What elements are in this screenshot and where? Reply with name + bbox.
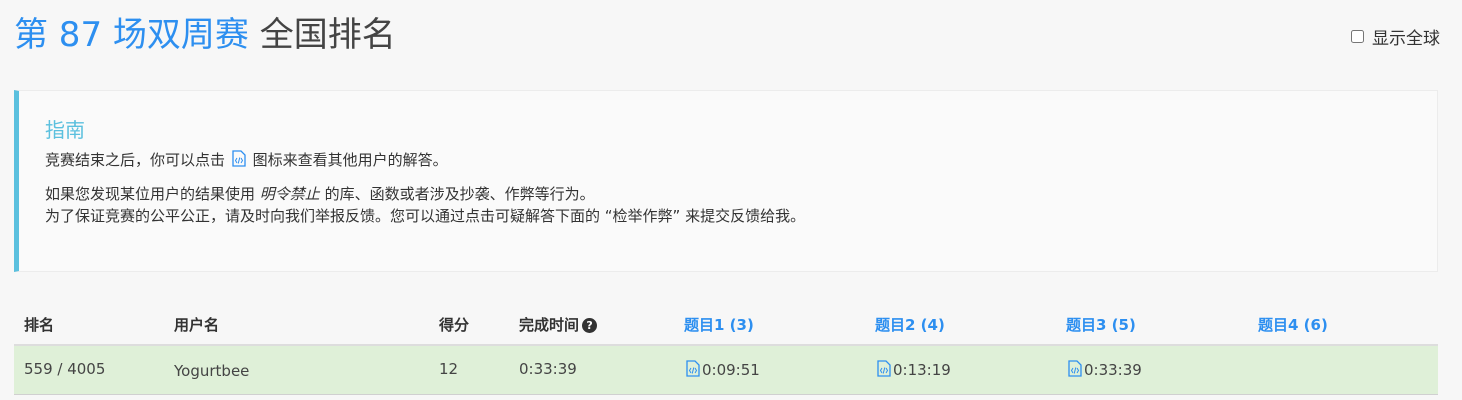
ranking-table-header: 排名 用户名 得分 完成时间? 题目1 (3) 题目2 (4) 题目3 (5) … bbox=[14, 302, 1438, 346]
table-row: 559 / 4005 Yogurtbee 12 0:33:39 0:09:51 … bbox=[14, 346, 1438, 395]
code-file-icon[interactable] bbox=[877, 360, 891, 377]
row-q2-solution[interactable]: 0:13:19 bbox=[875, 360, 951, 379]
code-file-icon[interactable] bbox=[686, 360, 700, 377]
row-finish-time: 0:33:39 bbox=[519, 360, 577, 378]
row-q3-solution[interactable]: 0:33:39 bbox=[1066, 360, 1142, 379]
guide-line-2-emphasis: 明令禁止 bbox=[259, 185, 320, 203]
show-global-checkbox[interactable] bbox=[1351, 30, 1364, 43]
guide-heading: 指南 bbox=[45, 118, 85, 142]
guide-line-2-after: 的库、函数或者涉及抄袭、作弊等行为。 bbox=[324, 185, 595, 203]
header-finish-time-label: 完成时间 bbox=[519, 316, 580, 334]
header-question-2[interactable]: 题目2 (4) bbox=[875, 314, 945, 335]
page-title: 第 87 场双周赛 全国排名 bbox=[14, 12, 396, 58]
show-global-toggle[interactable]: 显示全球 bbox=[1351, 24, 1440, 49]
row-q2-time: 0:13:19 bbox=[893, 361, 951, 379]
guide-line-2: 如果您发现某位用户的结果使用 明令禁止 的库、函数或者涉及抄袭、作弊等行为。 bbox=[45, 183, 1437, 205]
row-rank: 559 / 4005 bbox=[24, 360, 106, 378]
row-username: Yogurtbee bbox=[174, 362, 250, 380]
guide-line-3: 为了保证竞赛的公平公正，请及时向我们举报反馈。您可以通过点击可疑解答下面的 “检… bbox=[45, 207, 806, 225]
header-question-3[interactable]: 题目3 (5) bbox=[1066, 314, 1136, 335]
header-username: 用户名 bbox=[174, 316, 220, 334]
row-q1-solution[interactable]: 0:09:51 bbox=[684, 360, 760, 379]
code-file-icon[interactable] bbox=[1068, 360, 1082, 377]
header-score: 得分 bbox=[439, 316, 470, 334]
header-question-4[interactable]: 题目4 (6) bbox=[1258, 314, 1328, 335]
guide-panel: 指南 竞赛结束之后，你可以点击 图标来查看其他用户的解答。 如果您发现某位用户的… bbox=[14, 90, 1438, 272]
row-score: 12 bbox=[439, 360, 459, 378]
question-circle-icon[interactable]: ? bbox=[582, 318, 598, 333]
row-q1-time: 0:09:51 bbox=[702, 361, 760, 379]
contest-name: 第 87 场双周赛 bbox=[14, 15, 249, 55]
guide-line-1-before: 竞赛结束之后，你可以点击 bbox=[45, 151, 226, 169]
guide-line-2-before: 如果您发现某位用户的结果使用 bbox=[45, 185, 256, 203]
header-finish-time: 完成时间? bbox=[519, 314, 598, 335]
row-q3-time: 0:33:39 bbox=[1084, 361, 1142, 379]
code-file-icon bbox=[232, 150, 246, 167]
header-rank: 排名 bbox=[24, 316, 55, 334]
guide-line-1-after: 图标来查看其他用户的解答。 bbox=[252, 151, 448, 169]
show-global-label: 显示全球 bbox=[1372, 29, 1440, 49]
header-question-1[interactable]: 题目1 (3) bbox=[684, 314, 754, 335]
guide-line-1: 竞赛结束之后，你可以点击 图标来查看其他用户的解答。 bbox=[45, 149, 1437, 171]
ranking-label: 全国排名 bbox=[259, 15, 396, 55]
